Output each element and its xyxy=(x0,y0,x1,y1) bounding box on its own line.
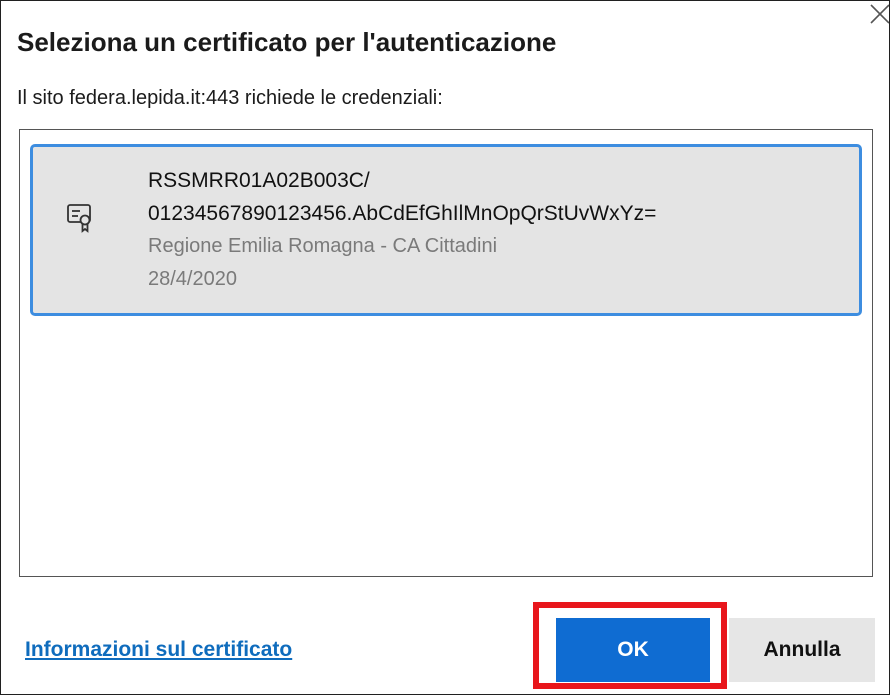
certificate-issuer: Regione Emilia Romagna - CA Cittadini xyxy=(148,235,498,257)
certificate-list[interactable]: RSSMRR01A02B003C/ 01234567890123456.AbCd… xyxy=(19,129,873,577)
certificate-list-item[interactable]: RSSMRR01A02B003C/ 01234567890123456.AbCd… xyxy=(30,144,862,316)
ok-button[interactable]: OK xyxy=(556,618,710,682)
certificate-date: 28/4/2020 xyxy=(148,268,237,290)
certificate-subject-line-1: RSSMRR01A02B003C/ xyxy=(148,169,370,192)
dialog-subtitle: Il sito federa.lepida.it:443 richiede le… xyxy=(17,87,443,109)
certificate-dialog: Seleziona un certificato per l'autentica… xyxy=(0,0,890,695)
close-button[interactable] xyxy=(859,1,890,47)
certificate-subject-line-2: 01234567890123456.AbCdEfGhIlMnOpQrStUvWx… xyxy=(148,202,657,225)
cancel-button[interactable]: Annulla xyxy=(729,618,875,682)
dialog-title: Seleziona un certificato per l'autentica… xyxy=(17,27,557,57)
certificate-info-link[interactable]: Informazioni sul certificato xyxy=(25,638,292,662)
certificate-icon xyxy=(67,204,91,233)
close-icon xyxy=(870,4,890,24)
